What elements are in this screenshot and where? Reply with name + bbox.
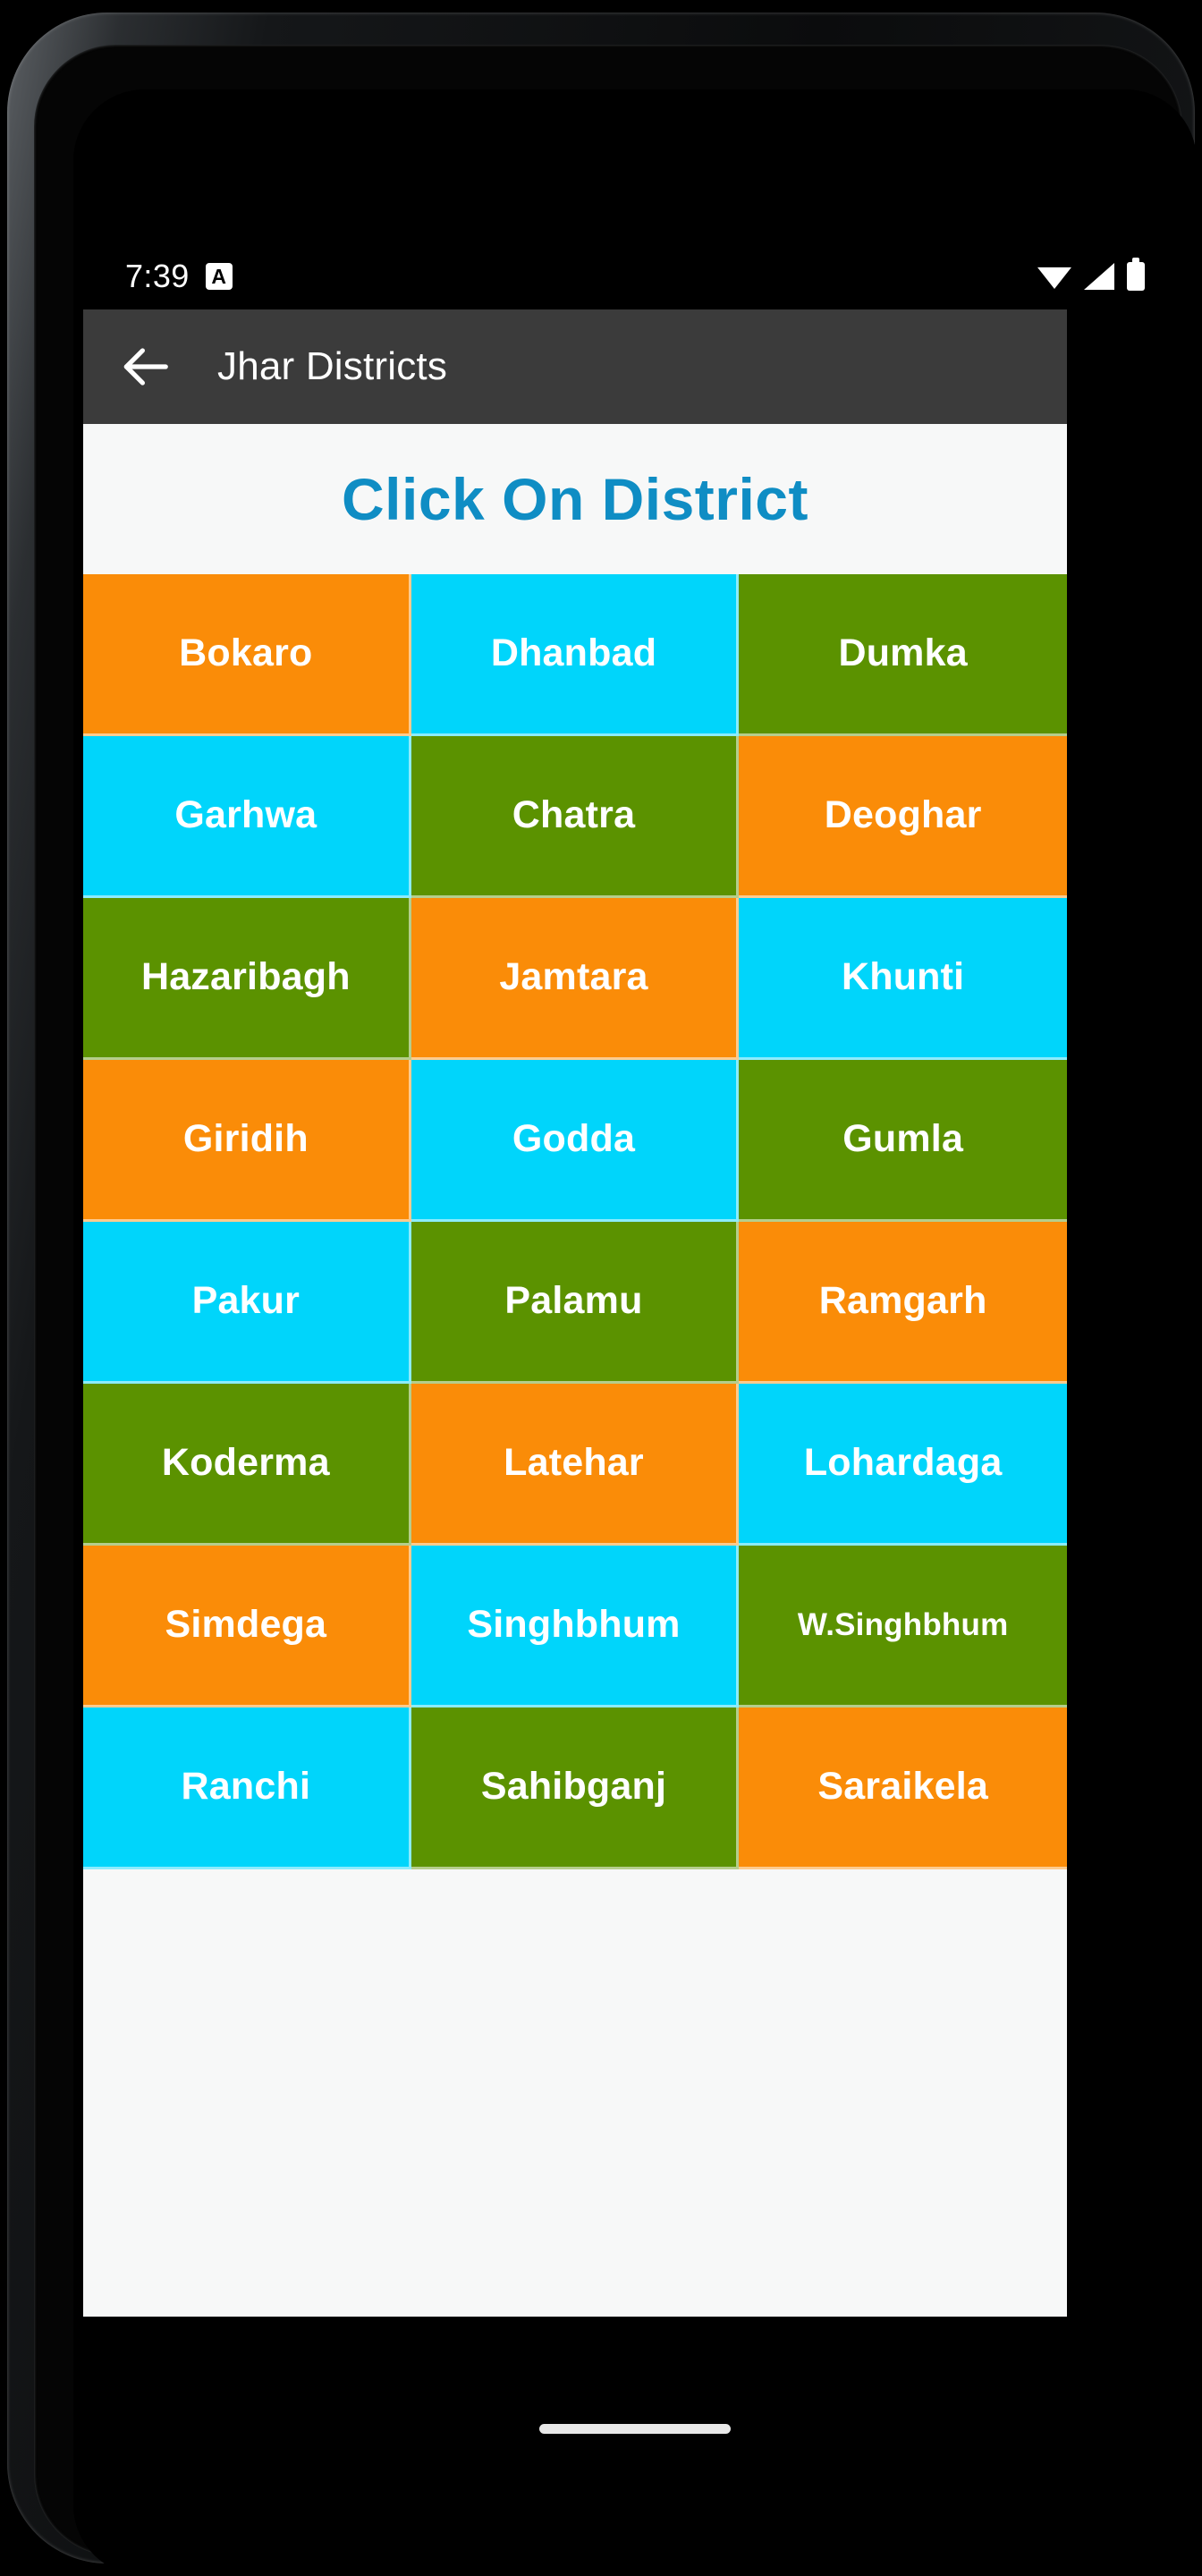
status-bar-clock: 7:39 [125, 258, 190, 294]
district-label: Khunti [841, 955, 965, 999]
district-label: Jamtara [499, 955, 648, 999]
district-cell[interactable]: Godda [411, 1060, 740, 1222]
district-label: Dhanbad [490, 631, 657, 675]
district-cell[interactable]: Koderma [83, 1384, 411, 1546]
district-label: W.Singhbhum [797, 1606, 1009, 1642]
wifi-icon [1037, 267, 1071, 289]
district-label: Gumla [842, 1117, 964, 1161]
district-cell[interactable]: Gumla [739, 1060, 1067, 1222]
back-arrow-icon[interactable] [117, 339, 173, 394]
phone-screen: 7:39 A Jhar Districts Click On District … [73, 89, 1197, 2576]
district-cell[interactable]: Jamtara [411, 898, 740, 1060]
district-label: Saraikela [817, 1765, 988, 1809]
district-label: Simdega [165, 1603, 327, 1647]
district-label: Chatra [512, 793, 636, 837]
district-label: Singhbhum [467, 1603, 681, 1647]
district-label: Ramgarh [818, 1279, 987, 1323]
district-label: Giridih [182, 1117, 309, 1161]
district-label: Sahibganj [480, 1765, 667, 1809]
district-cell[interactable]: Dumka [739, 574, 1067, 736]
district-cell[interactable]: Khunti [739, 898, 1067, 1060]
district-label: Godda [512, 1117, 636, 1161]
district-cell[interactable]: Bokaro [83, 574, 411, 736]
district-label: Koderma [161, 1441, 330, 1485]
district-label: Deoghar [824, 793, 982, 837]
district-cell[interactable]: Pakur [83, 1222, 411, 1384]
district-label: Pakur [191, 1279, 300, 1323]
empty-space [83, 1869, 1067, 2317]
home-indicator[interactable] [539, 2424, 731, 2434]
android-ui: 7:39 A Jhar Districts Click On District … [73, 89, 1197, 2576]
district-cell[interactable]: Ramgarh [739, 1222, 1067, 1384]
district-cell[interactable]: Chatra [411, 736, 740, 898]
content-area: Click On District Bokaro Dhanbad Dumka Garh… [83, 424, 1067, 2317]
page-title: Click On District [342, 466, 808, 532]
district-label: Ranchi [181, 1765, 311, 1809]
district-cell[interactable]: Saraikela [739, 1707, 1067, 1869]
district-cell[interactable]: Dhanbad [411, 574, 740, 736]
app-bar: Jhar Districts [83, 309, 1067, 424]
cellular-signal-icon [1084, 263, 1114, 290]
district-label: Latehar [504, 1441, 644, 1485]
status-bar-right [1037, 258, 1145, 291]
battery-full-icon [1127, 258, 1145, 291]
app-bar-title: Jhar Districts [217, 344, 448, 388]
district-cell[interactable]: W.Singhbhum [739, 1546, 1067, 1707]
status-bar: 7:39 A [73, 243, 1197, 309]
district-label: Garhwa [174, 793, 317, 837]
district-label: Palamu [504, 1279, 643, 1323]
district-label: Lohardaga [803, 1441, 1003, 1485]
phone-bezel: 7:39 A Jhar Districts Click On District … [34, 45, 1197, 2576]
district-cell[interactable]: Latehar [411, 1384, 740, 1546]
phone-body: 7:39 A Jhar Districts Click On District … [7, 13, 1197, 2576]
district-cell[interactable]: Palamu [411, 1222, 740, 1384]
status-bar-left: 7:39 A [125, 260, 233, 292]
district-cell[interactable]: Giridih [83, 1060, 411, 1222]
navigation-bar [73, 2317, 1197, 2576]
district-cell[interactable]: Sahibganj [411, 1707, 740, 1869]
district-cell[interactable]: Singhbhum [411, 1546, 740, 1707]
notification-a-icon: A [205, 263, 233, 290]
device-frame: 7:39 A Jhar Districts Click On District … [0, 0, 1202, 2576]
district-cell[interactable]: Simdega [83, 1546, 411, 1707]
district-cell[interactable]: Garhwa [83, 736, 411, 898]
district-cell[interactable]: Ranchi [83, 1707, 411, 1869]
district-grid: Bokaro Dhanbad Dumka Garhwa Chatra Deoghar Haz… [83, 574, 1067, 1869]
district-label: Hazaribagh [140, 955, 351, 999]
district-cell[interactable]: Lohardaga [739, 1384, 1067, 1546]
district-cell[interactable]: Hazaribagh [83, 898, 411, 1060]
district-label: Dumka [838, 631, 968, 675]
district-cell[interactable]: Deoghar [739, 736, 1067, 898]
district-label: Bokaro [179, 631, 313, 675]
